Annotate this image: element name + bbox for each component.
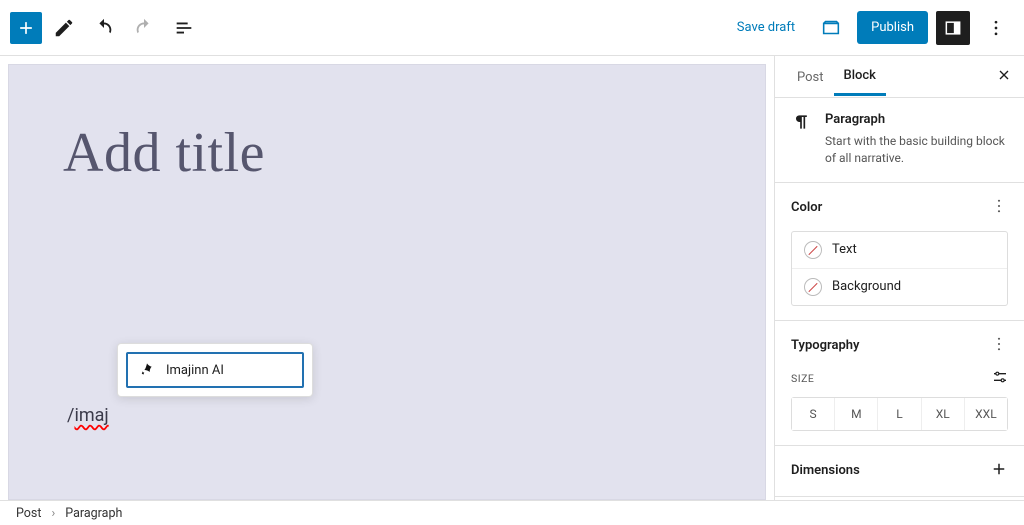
sidebar-tabs: Post Block bbox=[775, 56, 1024, 98]
settings-panel-toggle[interactable] bbox=[936, 11, 970, 45]
sliders-icon bbox=[992, 369, 1008, 385]
custom-size-button[interactable] bbox=[992, 369, 1008, 389]
save-draft-button[interactable]: Save draft bbox=[727, 12, 805, 43]
typography-section-more-button[interactable] bbox=[990, 335, 1008, 357]
size-option-l[interactable]: L bbox=[877, 398, 920, 430]
top-toolbar: Save draft Publish bbox=[0, 0, 1024, 56]
block-name: Paragraph bbox=[825, 112, 1008, 127]
workspace: Add title Imajinn AI /imaj Post Block bbox=[0, 56, 1024, 500]
background-color-label: Background bbox=[832, 279, 901, 294]
edit-tool-button[interactable] bbox=[46, 10, 82, 46]
background-color-button[interactable]: Background bbox=[792, 268, 1007, 305]
pencil-icon bbox=[53, 17, 75, 39]
settings-sidebar: Post Block Paragraph Start with the basi… bbox=[774, 56, 1024, 500]
publish-button[interactable]: Publish bbox=[857, 11, 928, 44]
text-color-label: Text bbox=[832, 242, 857, 257]
size-option-xl[interactable]: XL bbox=[921, 398, 964, 430]
close-sidebar-button[interactable] bbox=[992, 63, 1016, 91]
post-title-input[interactable]: Add title bbox=[63, 121, 711, 185]
paragraph-icon bbox=[791, 112, 811, 168]
block-breadcrumb: Post › Paragraph bbox=[0, 500, 1024, 525]
plus-icon bbox=[990, 460, 1008, 478]
dimensions-section[interactable]: Dimensions bbox=[775, 446, 1024, 497]
slash-command-popup: Imajinn AI bbox=[117, 343, 313, 397]
document-overview-button[interactable] bbox=[166, 10, 202, 46]
size-option-s[interactable]: S bbox=[792, 398, 834, 430]
no-color-swatch-icon bbox=[804, 241, 822, 259]
slash-suggestion-label: Imajinn AI bbox=[166, 363, 224, 378]
text-color-button[interactable]: Text bbox=[792, 232, 1007, 268]
redo-button bbox=[126, 10, 162, 46]
breadcrumb-current[interactable]: Paragraph bbox=[65, 506, 122, 521]
list-view-icon bbox=[173, 17, 195, 39]
editor-canvas-wrap: Add title Imajinn AI /imaj bbox=[0, 56, 774, 500]
undo-icon bbox=[93, 17, 115, 39]
redo-icon bbox=[133, 17, 155, 39]
more-vertical-icon bbox=[990, 335, 1008, 353]
size-option-m[interactable]: M bbox=[834, 398, 877, 430]
dimensions-add-button[interactable] bbox=[990, 460, 1008, 482]
chevron-right-icon: › bbox=[51, 506, 55, 521]
more-vertical-icon bbox=[986, 18, 1006, 38]
toolbar-left bbox=[10, 10, 202, 46]
size-segmented-control: S M L XL XXL bbox=[791, 397, 1008, 431]
toolbar-right: Save draft Publish bbox=[727, 10, 1014, 46]
undo-button[interactable] bbox=[86, 10, 122, 46]
add-block-button[interactable] bbox=[10, 12, 42, 44]
color-section-more-button[interactable] bbox=[990, 197, 1008, 219]
paragraph-block[interactable]: /imaj bbox=[67, 405, 109, 426]
breadcrumb-root[interactable]: Post bbox=[16, 506, 41, 521]
editor-canvas[interactable]: Add title Imajinn AI /imaj bbox=[8, 64, 766, 500]
slash-typed-text: imaj bbox=[74, 405, 108, 426]
tab-post[interactable]: Post bbox=[787, 59, 834, 95]
size-option-xxl[interactable]: XXL bbox=[964, 398, 1007, 430]
size-label: SIZE bbox=[791, 372, 814, 385]
block-description: Start with the basic building block of a… bbox=[825, 133, 1008, 168]
typography-section: Typography SIZE S M L XL XXL bbox=[775, 321, 1024, 446]
more-vertical-icon bbox=[990, 197, 1008, 215]
tab-block[interactable]: Block bbox=[834, 57, 886, 96]
typography-section-title: Typography bbox=[791, 338, 860, 353]
more-options-button[interactable] bbox=[978, 10, 1014, 46]
sidebar-icon bbox=[943, 18, 963, 38]
color-section: Color Text Background bbox=[775, 183, 1024, 321]
no-color-swatch-icon bbox=[804, 278, 822, 296]
block-description-section: Paragraph Start with the basic building … bbox=[775, 98, 1024, 183]
close-icon bbox=[996, 67, 1012, 83]
preview-icon bbox=[820, 17, 842, 39]
slash-suggestion-item[interactable]: Imajinn AI bbox=[126, 352, 304, 388]
plus-icon bbox=[16, 18, 36, 38]
color-options-list: Text Background bbox=[791, 231, 1008, 306]
color-section-title: Color bbox=[791, 200, 822, 215]
imajinn-icon bbox=[138, 361, 156, 379]
preview-button[interactable] bbox=[813, 10, 849, 46]
dimensions-section-title: Dimensions bbox=[791, 463, 860, 478]
